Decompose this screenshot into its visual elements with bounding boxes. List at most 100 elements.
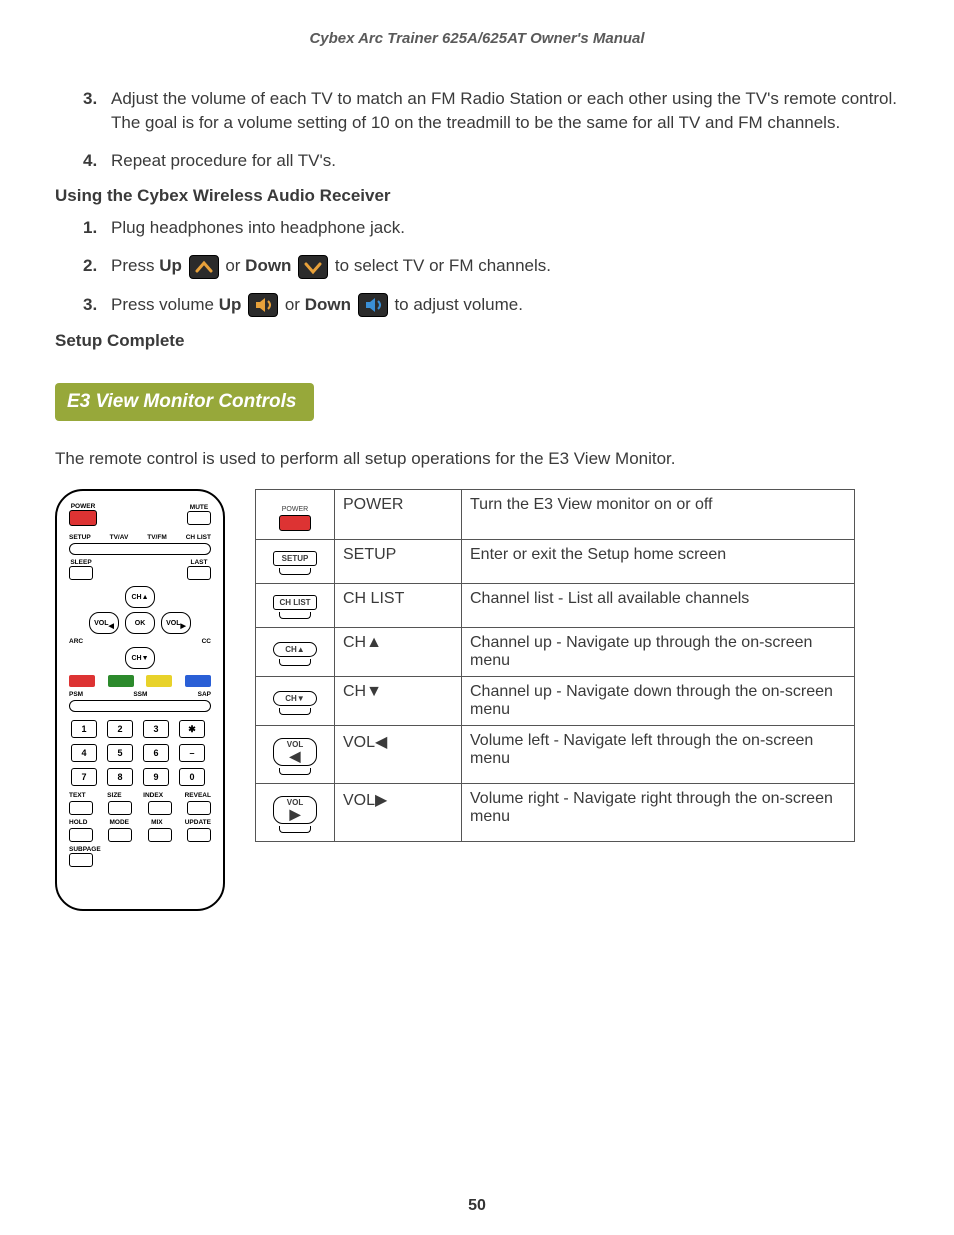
remote-mute-button-icon <box>187 511 211 525</box>
text-post: to select TV or FM channels. <box>335 256 551 275</box>
step-number: 1. <box>83 216 111 240</box>
vol-l-text: VOL <box>94 620 108 627</box>
mini-volr-icon: VOL▶ <box>273 796 317 824</box>
table-row: CH▼ CH▼ Channel up - Navigate down throu… <box>256 677 855 726</box>
remote-hold-label: HOLD <box>69 819 87 826</box>
table-row: VOL▶ VOL▶ Volume right - Navigate right … <box>256 784 855 842</box>
mini-under-icon <box>279 768 311 775</box>
remote-yellow-key-icon <box>146 675 172 687</box>
volr-icon-cell: VOL▶ <box>256 784 335 842</box>
text-pre: Press volume <box>111 295 219 314</box>
remote-key-7: 7 <box>71 768 97 786</box>
remote-subpage-button-icon <box>69 853 93 867</box>
voll-icon-cell: VOL◀ <box>256 726 335 784</box>
table-row: POWER POWER Turn the E3 View monitor on … <box>256 490 855 540</box>
step-3: 3. Adjust the volume of each TV to match… <box>83 87 899 135</box>
remote-key-star: ✱ <box>179 720 205 738</box>
remote-index-label: INDEX <box>143 792 163 799</box>
remote-tvfm-label: TV/FM <box>147 534 167 541</box>
mini-under-icon <box>279 826 311 833</box>
triangle-right-icon: ▶ <box>290 806 301 822</box>
remote-arc-label: ARC <box>69 638 83 645</box>
remote-text-label: TEXT <box>69 792 86 799</box>
channel-up-icon <box>189 255 219 279</box>
triangle-left-icon: ◀ <box>290 748 301 764</box>
remote-diagram: POWER MUTE SETUP TV/AV TV/FM CH LIST SLE… <box>55 489 225 911</box>
step-4: 4. Repeat procedure for all TV's. <box>83 149 899 173</box>
bold-up: Up <box>219 295 242 314</box>
control-desc: Turn the E3 View monitor on or off <box>462 490 855 540</box>
step-text: Plug headphones into headphone jack. <box>111 216 899 240</box>
manual-page: Cybex Arc Trainer 625A/625AT Owner's Man… <box>0 0 954 1235</box>
remote-mode-button-icon <box>108 828 132 842</box>
bold-up: Up <box>159 256 182 275</box>
remote-mix-label: MIX <box>151 819 163 826</box>
receiver-step-1: 1. Plug headphones into headphone jack. <box>83 216 899 240</box>
step-text: Press Up or Down to select TV or FM chan… <box>111 254 899 279</box>
subheading-setup-complete: Setup Complete <box>55 331 899 351</box>
page-number: 50 <box>0 1197 954 1215</box>
table-row: SETUP SETUP Enter or exit the Setup home… <box>256 540 855 584</box>
remote-key-6: 6 <box>143 744 169 762</box>
remote-blue-key-icon <box>185 675 211 687</box>
step-number: 3. <box>83 293 111 318</box>
table-row: CH▲ CH▲ Channel up - Navigate up through… <box>256 628 855 677</box>
mini-power-label: POWER <box>282 506 308 513</box>
remote-key-1: 1 <box>71 720 97 738</box>
mini-chup-icon: CH▲ <box>273 642 317 657</box>
remote-update-button-icon <box>187 828 211 842</box>
mini-voll-icon: VOL◀ <box>273 738 317 766</box>
remote-key-2: 2 <box>107 720 133 738</box>
text-pre: Press <box>111 256 159 275</box>
remote-index-button-icon <box>148 801 172 815</box>
page-header: Cybex Arc Trainer 625A/625AT Owner's Man… <box>55 30 899 47</box>
control-desc: Channel up - Navigate down through the o… <box>462 677 855 726</box>
remote-sleep-button-icon <box>69 566 93 580</box>
remote-row2-bar-icon <box>69 543 211 555</box>
subheading-receiver: Using the Cybex Wireless Audio Receiver <box>55 186 899 206</box>
volume-up-icon <box>248 293 278 317</box>
remote-last-button-icon <box>187 566 211 580</box>
receiver-step-3: 3. Press volume Up or Down to adjust vol… <box>83 293 899 318</box>
remote-mix-button-icon <box>148 828 172 842</box>
control-desc: Volume right - Navigate right through th… <box>462 784 855 842</box>
control-desc: Channel list - List all available channe… <box>462 584 855 628</box>
remote-hold-button-icon <box>69 828 93 842</box>
remote-key-0: 0 <box>179 768 205 786</box>
remote-sap-label: SAP <box>198 691 211 698</box>
table-row: CH LIST CH LIST Channel list - List all … <box>256 584 855 628</box>
bold-down: Down <box>305 295 351 314</box>
control-desc: Channel up - Navigate up through the on-… <box>462 628 855 677</box>
remote-size-label: SIZE <box>107 792 121 799</box>
remote-green-key-icon <box>108 675 134 687</box>
text-mid: or <box>285 295 305 314</box>
channel-down-icon <box>298 255 328 279</box>
chup-icon-cell: CH▲ <box>256 628 335 677</box>
remote-key-9: 9 <box>143 768 169 786</box>
remote-key-8: 8 <box>107 768 133 786</box>
power-icon-cell: POWER <box>256 490 335 540</box>
section-title: E3 View Monitor Controls <box>55 383 314 421</box>
remote-key-3: 3 <box>143 720 169 738</box>
remote-chlist-label: CH LIST <box>186 534 211 541</box>
remote-ssm-label: SSM <box>133 691 147 698</box>
control-name: VOL▶ <box>335 784 462 842</box>
step-number: 3. <box>83 87 111 135</box>
remote-size-button-icon <box>108 801 132 815</box>
intro-paragraph: The remote control is used to perform al… <box>55 449 899 469</box>
remote-sleep-label: SLEEP <box>69 559 93 566</box>
remote-update-label: UPDATE <box>185 819 211 826</box>
bold-down: Down <box>245 256 291 275</box>
chlist-icon-cell: CH LIST <box>256 584 335 628</box>
remote-ch-up-icon: CH▲ <box>125 586 155 608</box>
remote-vol-left-icon: VOL◀ <box>89 612 119 634</box>
remote-numpad: 1 2 3 ✱ 4 5 6 – 7 8 9 0 <box>71 720 209 786</box>
setup-icon-cell: SETUP <box>256 540 335 584</box>
receiver-step-2: 2. Press Up or Down to select TV or FM c… <box>83 254 899 279</box>
remote-vol-right-icon: VOL▶ <box>161 612 191 634</box>
remote-power-label: POWER <box>69 503 97 510</box>
remote-reveal-button-icon <box>187 801 211 815</box>
mini-chlist-icon: CH LIST <box>273 595 317 610</box>
control-desc: Volume left - Navigate left through the … <box>462 726 855 784</box>
mini-under-icon <box>279 659 311 666</box>
